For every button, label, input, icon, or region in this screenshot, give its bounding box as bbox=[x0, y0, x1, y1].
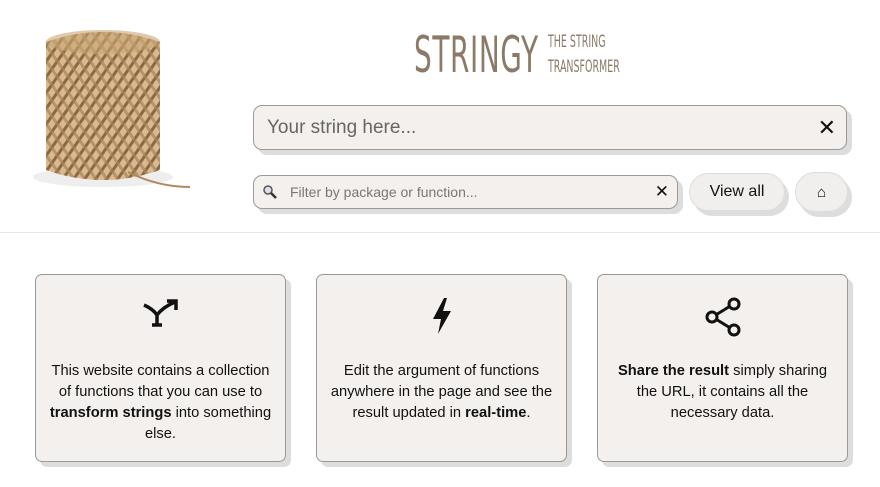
close-icon[interactable]: ✕ bbox=[655, 182, 669, 202]
view-all-button[interactable]: View all bbox=[689, 173, 785, 211]
card-text: Share the result simply sharing the URL,… bbox=[618, 363, 827, 421]
divider bbox=[0, 232, 880, 233]
logo-tagline: THE STRING TRANSFORMER bbox=[548, 30, 620, 80]
split-arrow-icon bbox=[142, 299, 178, 327]
string-input[interactable]: Your string here... ✕ bbox=[253, 105, 847, 150]
close-icon[interactable]: ✕ bbox=[818, 115, 836, 141]
share-icon bbox=[705, 297, 740, 337]
lightning-icon bbox=[432, 298, 451, 334]
card-text: Edit the argument of functions anywhere … bbox=[330, 363, 553, 421]
card-realtime: Edit the argument of functions anywhere … bbox=[316, 274, 567, 462]
logo-title: STRINGY bbox=[414, 26, 539, 84]
tagline-line-2: TRANSFORMER bbox=[548, 57, 620, 77]
magnifier-icon bbox=[263, 185, 277, 199]
filter-input[interactable]: Filter by package or function... ✕ bbox=[253, 175, 678, 209]
home-button[interactable]: ⌂ bbox=[795, 172, 848, 212]
card-share: Share the result simply sharing the URL,… bbox=[597, 274, 848, 462]
filter-placeholder[interactable]: Filter by package or function... bbox=[290, 184, 655, 200]
tagline-line-1: THE STRING bbox=[548, 32, 606, 52]
card-transform: This website contains a collection of fu… bbox=[35, 274, 286, 462]
twine-spool-image bbox=[33, 30, 191, 188]
string-input-placeholder[interactable]: Your string here... bbox=[267, 117, 818, 139]
card-text: This website contains a collection of fu… bbox=[49, 363, 272, 442]
logo: STRINGY THE STRING TRANSFORMER bbox=[414, 26, 664, 84]
home-icon: ⌂ bbox=[816, 183, 827, 201]
